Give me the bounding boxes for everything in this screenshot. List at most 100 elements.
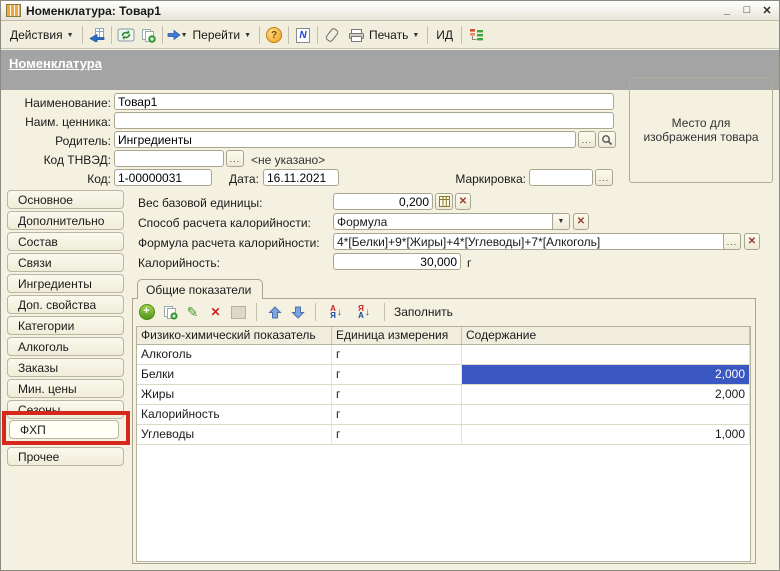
dropdown-icon[interactable]: ▼ [552,214,569,229]
toolbar-separator [427,26,428,44]
date-input[interactable] [263,169,339,186]
toolbar-separator [317,26,318,44]
parent-search-button[interactable] [598,131,616,148]
indicators-table: Физико-химический показатель Единица изм… [136,326,751,562]
code-input[interactable] [114,169,212,186]
selected-cell[interactable]: 2,000 [462,365,750,384]
window-title: Номенклатура: Товар1 [26,4,161,18]
copy-row-button[interactable] [161,304,178,320]
sidebar-tab-composition[interactable]: Состав [7,232,124,251]
fill-button[interactable]: Заполнить [394,305,453,319]
parent-select-button[interactable]: ... [578,131,596,148]
sidebar-tab-extra-properties[interactable]: Доп. свойства [7,295,124,314]
add-row-button[interactable]: + [138,304,155,320]
caret-down-icon: ▼ [412,32,419,39]
refresh-button[interactable] [115,25,137,45]
toolbar-separator [82,26,83,44]
refresh-icon [117,28,135,43]
delete-row-button[interactable]: ✕ [207,304,224,320]
name-input[interactable] [114,93,614,110]
edit-row-button[interactable]: ✎ [184,304,201,320]
maximize-button[interactable]: □ [740,4,754,17]
table-row[interactable]: Углеводы г 1,000 [137,425,750,445]
table-row[interactable]: Жиры г 2,000 [137,385,750,405]
print-button[interactable]: Печать ▼ [343,26,424,44]
nomenclature-window: Номенклатура: Товар1 _ □ ✕ Действия ▼ [0,0,780,571]
caret-down-icon: ▼ [244,32,251,39]
column-header-unit[interactable]: Единица измерения [332,327,462,344]
parent-label: Родитель: [7,134,111,148]
goto-button[interactable]: Перейти ▼ [188,26,257,44]
tnved-select-button[interactable]: ... [226,150,244,167]
sidebar-tab-orders[interactable]: Заказы [7,358,124,377]
app-icon [6,4,21,17]
product-image-placeholder[interactable]: Место для изображения товара [629,77,773,183]
save-button[interactable] [86,25,108,45]
formula-label: Формула расчета калорийности: [138,236,320,250]
sidebar-tab-links[interactable]: Связи [7,253,124,272]
caret-down-icon: ▼ [67,32,74,39]
marking-select-button[interactable]: ... [595,169,613,186]
move-down-button[interactable] [289,304,306,320]
tab-general-indicators[interactable]: Общие показатели [137,279,263,299]
sort-ascending-button[interactable]: АЯ ↓ [325,304,347,320]
column-header-indicator[interactable]: Физико-химический показатель [137,327,332,344]
column-header-content[interactable]: Содержание [462,327,750,344]
sidebar-tab-min-prices[interactable]: Мин. цены [7,379,124,398]
pricetag-input[interactable] [114,112,614,129]
toolbar-separator [111,26,112,44]
sort-descending-button[interactable]: ЯА ↓ [353,304,375,320]
weight-input[interactable] [333,193,433,210]
marking-label: Маркировка: [439,172,526,186]
attachments-button[interactable] [321,25,343,45]
formula-clear-button[interactable]: ✕ [744,233,760,250]
method-combo[interactable]: Формула ▼ [333,213,570,230]
main-toolbar: Действия ▼ [1,22,779,49]
sidebar-tab-ingredients[interactable]: Ингредиенты [7,274,124,293]
toolbar-separator [315,303,316,321]
formula-select-button[interactable]: ... [723,234,740,249]
pricetag-label: Наим. ценника: [7,115,111,129]
close-button[interactable]: ✕ [760,4,774,17]
calories-input[interactable] [333,253,461,270]
id-button[interactable]: ИД [431,26,458,44]
sort-az-icon: АЯ [330,305,336,319]
method-clear-button[interactable]: ✕ [573,213,589,230]
method-label: Способ расчета калорийности: [138,216,311,230]
minimize-button[interactable]: _ [720,4,734,17]
code-label: Код: [7,172,111,186]
arrow-down-icon [291,306,305,319]
help-button[interactable]: ? [263,25,285,45]
formula-field[interactable]: 4*[Белки]+9*[Жиры]+4*[Углеводы]+7*[Алког… [333,233,741,250]
sidebar-tab-alcohol[interactable]: Алкоголь [7,337,124,356]
table-row[interactable]: Калорийность г [137,405,750,425]
table-header-row: Физико-химический показатель Единица изм… [137,327,750,345]
table-row[interactable]: Алкоголь г [137,345,750,365]
weight-clear-button[interactable]: ✕ [455,193,471,210]
move-up-button[interactable] [266,304,283,320]
toolbar-separator [288,26,289,44]
calories-label: Калорийность: [138,256,220,270]
marking-input[interactable] [529,169,593,186]
advisor-button[interactable]: N [292,25,314,45]
table-row[interactable]: Белки г 2,000 [137,365,750,385]
sidebar-tab-additional[interactable]: Дополнительно [7,211,124,230]
go-arrow-icon [166,29,181,41]
go-button[interactable]: ▼ [166,25,188,45]
calculator-icon [439,196,450,207]
sidebar-tab-other[interactable]: Прочее [7,447,124,466]
parent-input[interactable] [114,131,576,148]
structure-button[interactable] [465,25,487,45]
sort-za-icon: ЯА [358,305,364,319]
help-icon: ? [266,27,282,43]
title-bar: Номенклатура: Товар1 _ □ ✕ [1,1,779,21]
form-caption: Номенклатура [9,56,102,71]
actions-button[interactable]: Действия ▼ [5,26,79,44]
magnifier-icon [601,134,613,146]
copy-button[interactable] [137,25,159,45]
sidebar-tab-categories[interactable]: Категории [7,316,124,335]
tnved-input[interactable] [114,150,224,167]
sidebar-tab-main[interactable]: Основное [7,190,124,209]
advisor-icon: N [296,28,310,43]
weight-calculator-button[interactable] [435,193,453,210]
